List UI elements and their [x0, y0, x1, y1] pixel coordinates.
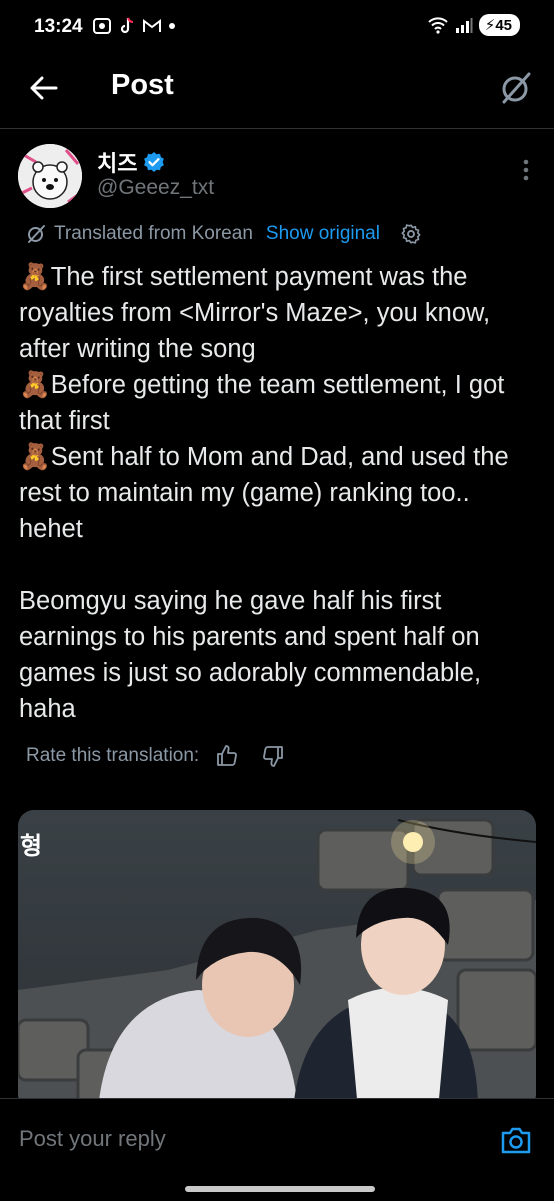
status-time: 13:24 — [34, 16, 83, 37]
tweet-paragraph: Beomgyu saying he gave half his first ea… — [19, 587, 489, 723]
author-name-row[interactable]: 치즈 — [97, 146, 165, 178]
battery-icon: ⚡45 — [478, 14, 520, 36]
grok-icon[interactable] — [498, 70, 534, 106]
avatar[interactable] — [18, 144, 82, 208]
gear-icon[interactable] — [400, 223, 422, 245]
thumbs-up-icon[interactable] — [215, 744, 239, 768]
thumbs-down-icon[interactable] — [261, 744, 285, 768]
page-title: Post — [111, 69, 174, 101]
rate-label: Rate this translation: — [26, 745, 200, 766]
dot-icon — [169, 23, 175, 29]
home-indicator[interactable] — [185, 1186, 375, 1192]
battery-level: 45 — [495, 17, 512, 34]
caption-char: 형 — [20, 832, 42, 860]
gmail-icon — [143, 19, 161, 32]
notification-icons — [92, 16, 176, 36]
tweet-text: 🧸The first settlement payment was the ro… — [19, 259, 539, 727]
reply-bar: Post your reply — [0, 1098, 554, 1201]
grok-translate-icon — [28, 225, 45, 243]
wifi-icon — [428, 17, 448, 34]
more-options-icon[interactable] — [522, 158, 530, 182]
camera-icon[interactable] — [500, 1125, 532, 1155]
author-name[interactable]: 치즈 — [97, 146, 137, 178]
signal-icon — [455, 18, 473, 33]
reply-input[interactable]: Post your reply — [19, 1126, 166, 1152]
tweet-media[interactable]: 형 — [18, 810, 536, 1110]
top-app-bar: Post — [0, 56, 554, 129]
screen-record-icon — [93, 18, 111, 34]
rate-translation-row: Rate this translation: — [26, 744, 285, 768]
arrow-left-icon[interactable] — [28, 72, 60, 104]
author-handle[interactable]: @Geeez_txt — [97, 176, 214, 200]
status-bar: 13:24 ⚡45 — [0, 0, 554, 56]
system-icons: ⚡45 — [427, 14, 520, 36]
translated-label: Translated from Korean — [54, 223, 253, 244]
tiktok-icon — [120, 17, 134, 34]
show-original-link[interactable]: Show original — [266, 223, 380, 245]
verified-badge-icon — [144, 152, 165, 172]
tweet-paragraph: 🧸The first settlement payment was the ro… — [19, 263, 509, 543]
video-thumbnail-image: 형 — [18, 810, 536, 1110]
bear-avatar-image — [18, 144, 82, 208]
translation-row: Translated from Korean Show original — [26, 220, 422, 248]
